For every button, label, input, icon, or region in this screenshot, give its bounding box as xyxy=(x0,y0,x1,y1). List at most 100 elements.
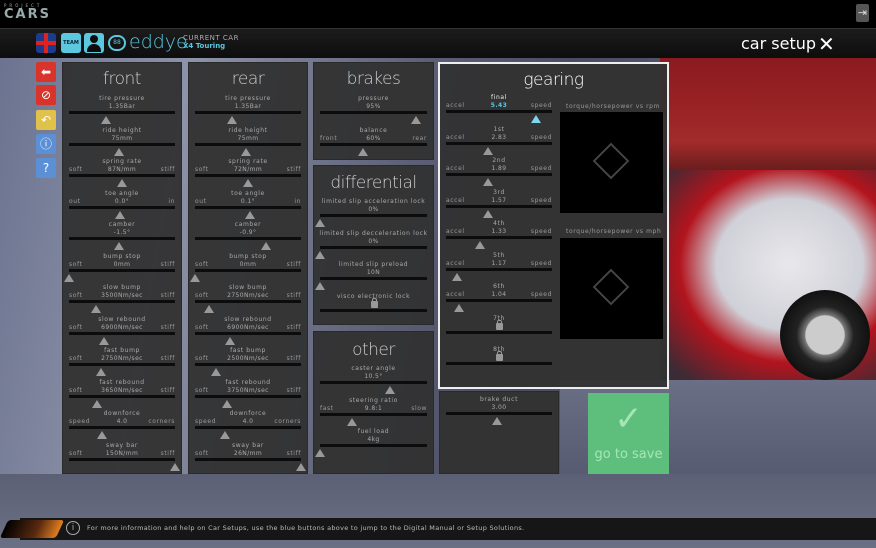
4th-slider-handle[interactable] xyxy=(474,241,485,249)
5th-slider-track[interactable] xyxy=(446,267,552,271)
downforce-slider-track[interactable] xyxy=(195,426,301,429)
visco-electronic-lock-slider-track[interactable] xyxy=(320,308,427,312)
final-slider-track[interactable] xyxy=(446,110,552,113)
undo-button[interactable]: ↶ xyxy=(36,110,56,130)
downforce-slider-track[interactable] xyxy=(69,426,175,429)
discard-button[interactable]: ⊘ xyxy=(36,85,56,105)
bump-stop-slider-handle[interactable] xyxy=(64,273,74,282)
balance-slider-handle[interactable] xyxy=(357,147,368,156)
3rd-label: 3rd xyxy=(493,188,505,196)
fuel-load-slider-handle[interactable] xyxy=(315,449,325,457)
setup-solutions-button[interactable]: ? xyxy=(36,158,56,178)
brake_duct-brake-duct-setting: brake duct 3.00 xyxy=(440,396,558,427)
limited-slip-preload-slider-track[interactable] xyxy=(320,277,427,280)
uk-flag-icon[interactable] xyxy=(36,33,56,53)
bump-stop-slider-track[interactable] xyxy=(195,268,301,272)
slow-rebound-slider-track[interactable] xyxy=(69,331,175,335)
ride-height-slider-handle[interactable] xyxy=(240,147,251,156)
5th-slider-handle[interactable] xyxy=(451,272,462,281)
team-badge-icon[interactable]: TEAM xyxy=(61,33,81,53)
3rd-slider-track[interactable] xyxy=(446,204,552,208)
fast-bump-slider-handle[interactable] xyxy=(95,368,106,376)
caster-angle-slider-handle[interactable] xyxy=(384,386,395,394)
slow-rebound-slider-track[interactable] xyxy=(195,331,301,335)
steering-ratio-slider-handle[interactable] xyxy=(347,417,358,426)
toe-angle-slider-track[interactable] xyxy=(195,205,301,209)
slow-rebound-slider-handle[interactable] xyxy=(224,336,235,345)
slow-bump-slider-handle[interactable] xyxy=(90,305,101,313)
camber-slider-handle[interactable] xyxy=(113,242,124,250)
caster-angle-slider-track[interactable] xyxy=(320,381,427,384)
limited-slip-preload-slider-handle[interactable] xyxy=(315,282,325,290)
tire-pressure-slider-handle[interactable] xyxy=(101,116,112,124)
8th-slider-track[interactable] xyxy=(446,362,552,365)
3rd-slider-handle[interactable] xyxy=(483,209,494,218)
downforce-slider-handle[interactable] xyxy=(96,431,107,439)
max-label: speed xyxy=(530,291,552,298)
spring-rate-slider-track[interactable] xyxy=(69,174,175,177)
7th-slider-track[interactable] xyxy=(446,330,552,334)
go-to-save-button[interactable]: ✓ go to save xyxy=(588,393,669,474)
balance-slider-track[interactable] xyxy=(320,142,427,146)
max-label: stiff xyxy=(160,449,175,457)
toe-angle-slider-handle[interactable] xyxy=(114,210,125,219)
limited-slip-acceleration-lock-slider-handle[interactable] xyxy=(315,219,325,227)
spring-rate-slider-track[interactable] xyxy=(195,174,301,177)
tire-pressure-slider-track[interactable] xyxy=(69,111,175,114)
bump-stop-slider-handle[interactable] xyxy=(190,273,200,282)
exit-icon[interactable]: ⇥ xyxy=(856,4,869,22)
slow-bump-slider-track[interactable] xyxy=(69,300,175,303)
spring-rate-slider-handle[interactable] xyxy=(117,179,127,187)
camber-slider-handle[interactable] xyxy=(261,242,272,250)
sway-bar-slider-track[interactable] xyxy=(69,457,175,461)
fast-rebound-slider-handle[interactable] xyxy=(221,399,232,408)
ride-height-value: 75mm xyxy=(237,134,259,142)
downforce-slider-handle[interactable] xyxy=(219,431,230,439)
ride-height-slider-track[interactable] xyxy=(69,142,175,146)
6th-slider-track[interactable] xyxy=(446,299,552,302)
tire-pressure-slider-track[interactable] xyxy=(195,111,301,114)
spring-rate-slider-handle[interactable] xyxy=(243,179,253,187)
ride-height-slider-track[interactable] xyxy=(195,142,301,146)
sway-bar-slider-handle[interactable] xyxy=(170,462,180,471)
limited-slip-decceleration-lock-slider-handle[interactable] xyxy=(315,250,325,259)
6th-slider-handle[interactable] xyxy=(453,304,464,312)
fast-rebound-slider-track[interactable] xyxy=(195,394,301,398)
user-avatar-icon[interactable] xyxy=(84,33,104,53)
camber-slider-track[interactable] xyxy=(69,237,175,240)
brake-duct-slider-handle[interactable] xyxy=(491,417,502,425)
limited-slip-decceleration-lock-slider-track[interactable] xyxy=(320,245,427,249)
slow-rebound-slider-handle[interactable] xyxy=(98,336,109,345)
fast-bump-slider-handle[interactable] xyxy=(211,368,222,376)
tire-pressure-slider-handle[interactable] xyxy=(227,116,238,124)
brake-duct-slider-track[interactable] xyxy=(446,412,552,415)
1st-slider-track[interactable] xyxy=(446,141,552,145)
final-slider-handle[interactable] xyxy=(531,115,542,123)
pressure-slider-handle[interactable] xyxy=(411,116,422,124)
slow-bump-slider-handle[interactable] xyxy=(203,305,214,313)
2nd-slider-handle[interactable] xyxy=(483,178,494,186)
fast-bump-slider-track[interactable] xyxy=(69,363,175,366)
4th-slider-track[interactable] xyxy=(446,236,552,239)
toe-angle-slider-handle[interactable] xyxy=(245,210,256,219)
camber-slider-track[interactable] xyxy=(195,237,301,240)
sway-bar-slider-handle[interactable] xyxy=(296,462,306,471)
pressure-slider-track[interactable] xyxy=(320,111,427,114)
max-label: stiff xyxy=(286,323,301,331)
ride-height-slider-handle[interactable] xyxy=(113,147,124,156)
2nd-slider-track[interactable] xyxy=(446,173,552,176)
back-button[interactable]: ⬅ xyxy=(36,62,56,82)
steering-ratio-slider-track[interactable] xyxy=(320,412,427,416)
fast-rebound-slider-handle[interactable] xyxy=(91,399,102,408)
digital-manual-button[interactable]: ⓘ xyxy=(36,134,56,154)
rear-toe-angle-setting: toe angle 0.1° out in xyxy=(189,190,307,221)
toe-angle-slider-track[interactable] xyxy=(69,205,175,209)
sway-bar-slider-track[interactable] xyxy=(195,457,301,461)
1st-slider-handle[interactable] xyxy=(483,146,494,155)
limited-slip-acceleration-lock-slider-track[interactable] xyxy=(320,214,427,217)
fuel-load-slider-track[interactable] xyxy=(320,444,427,447)
bump-stop-slider-track[interactable] xyxy=(69,268,175,272)
slow-bump-slider-track[interactable] xyxy=(195,300,301,303)
fast-bump-slider-track[interactable] xyxy=(195,363,301,366)
fast-rebound-slider-track[interactable] xyxy=(69,394,175,398)
